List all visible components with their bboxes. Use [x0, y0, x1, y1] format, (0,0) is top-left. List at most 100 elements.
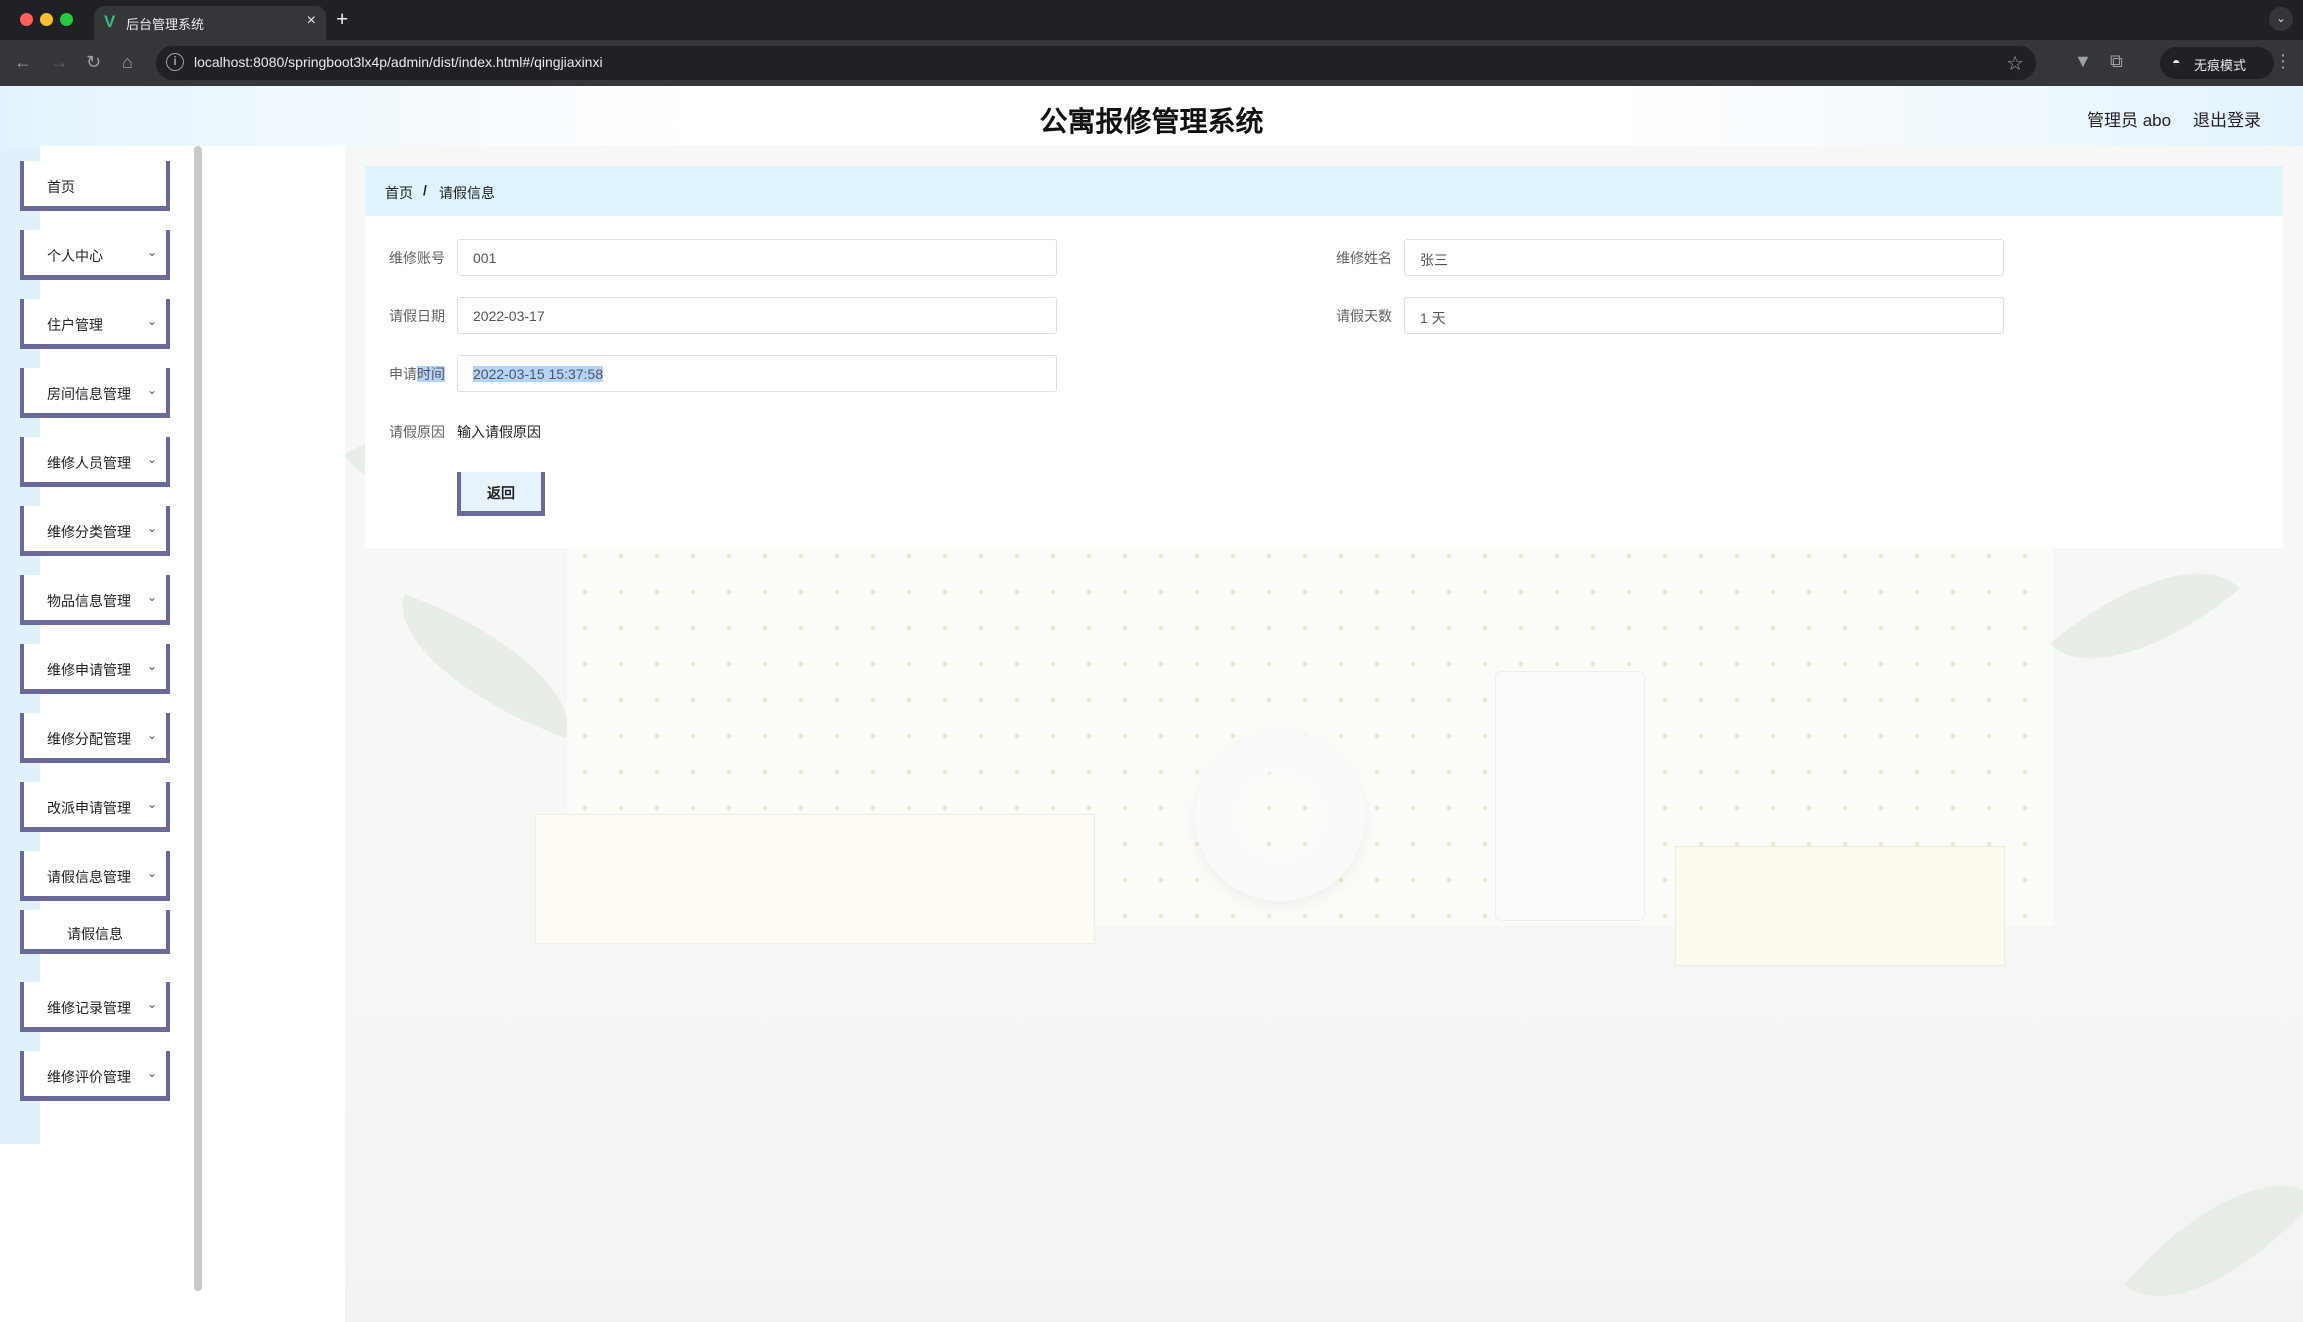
vue-logo-icon: V	[104, 12, 116, 31]
sidebar-item-label: 维修分类管理	[47, 524, 131, 540]
close-window-button[interactable]	[20, 13, 33, 26]
sidebar-item-repair-staff-management[interactable]: 维修人员管理 ⌄	[20, 437, 170, 487]
leave-days-value: 1 天	[1420, 310, 1446, 326]
apply-time-field[interactable]: 2022-03-15 15:37:58	[457, 355, 1057, 392]
back-button[interactable]: 返回	[457, 472, 545, 516]
repair-account-field[interactable]: 001	[457, 239, 1057, 276]
apply-time-label-prefix: 申请	[389, 366, 417, 382]
plant-leaf-decoration	[377, 594, 593, 738]
extension-vue-icon[interactable]: ▼	[2074, 51, 2092, 72]
sidebar-item-personal-center[interactable]: 个人中心 ⌄	[20, 230, 170, 280]
leave-date-label: 请假日期	[389, 308, 445, 324]
logout-link[interactable]: 退出登录	[2193, 106, 2261, 131]
sidebar-item-repair-assignment-management[interactable]: 维修分配管理 ⌄	[20, 713, 170, 763]
app-header: 公寓报修管理系统 管理员 abo 退出登录	[0, 86, 2303, 146]
apply-time-value: 2022-03-15 15:37:58	[473, 366, 603, 382]
sidebar-item-label: 住户管理	[47, 317, 103, 333]
sidebar-item-repair-request-management[interactable]: 维修申请管理 ⌄	[20, 644, 170, 694]
sidebar-item-label: 维修评价管理	[47, 1069, 131, 1085]
leave-reason-value: 输入请假原因	[457, 424, 541, 440]
chevron-down-icon: ⌄	[146, 728, 157, 742]
repair-name-label: 维修姓名	[1336, 250, 1392, 266]
incognito-label: 无痕模式	[2194, 58, 2247, 73]
chevron-down-icon: ⌄	[146, 997, 157, 1011]
leave-date-value: 2022-03-17	[473, 308, 545, 324]
user-label: 管理员 abo	[2087, 111, 2172, 130]
sidebar-item-resident-management[interactable]: 住户管理 ⌄	[20, 299, 170, 349]
incognito-indicator[interactable]: ◓ 无痕模式	[2160, 47, 2274, 79]
sidebar-subitem-label: 请假信息	[67, 926, 123, 942]
apply-time-label-selected: 时间	[417, 366, 445, 382]
chevron-down-icon: ⌄	[146, 866, 157, 880]
sidebar-item-label: 个人中心	[47, 248, 103, 264]
bookmark-star-icon[interactable]: ☆	[2006, 51, 2024, 76]
repair-name-value: 张三	[1420, 252, 1448, 268]
close-tab-icon[interactable]: ×	[307, 12, 316, 30]
sidebar-item-label: 维修人员管理	[47, 455, 131, 471]
leave-days-label: 请假天数	[1336, 308, 1392, 324]
minimize-window-button[interactable]	[40, 13, 53, 26]
tab-title: 后台管理系统	[126, 17, 205, 32]
background-cylinder-decoration	[1495, 671, 1645, 921]
extensions-puzzle-icon[interactable]: ⧉	[2110, 51, 2123, 72]
sidebar-item-repair-review-management[interactable]: 维修评价管理 ⌄	[20, 1051, 170, 1101]
sidebar-item-label: 请假信息管理	[47, 869, 131, 885]
background-box-decoration	[535, 814, 1095, 944]
reload-icon[interactable]: ↻	[86, 52, 101, 73]
background-ring-decoration	[1195, 731, 1365, 901]
breadcrumb-home[interactable]: 首页	[385, 183, 413, 203]
background-floor	[345, 926, 2303, 1322]
sidebar-item-label: 维修记录管理	[47, 1000, 131, 1016]
home-icon[interactable]: ⌂	[122, 52, 133, 73]
detail-card: 首页 / 请假信息 维修账号 001 维修姓名 张三 请假日期 2022-03-…	[365, 166, 2283, 548]
apply-time-label: 申请时间	[389, 364, 445, 384]
browser-tab-bar: V 后台管理系统 × + ⌄	[0, 0, 2303, 40]
sidebar-item-repair-record-management[interactable]: 维修记录管理 ⌄	[20, 982, 170, 1032]
chevron-down-icon: ⌄	[146, 452, 157, 466]
sidebar-scrollbar[interactable]	[194, 146, 202, 1291]
sidebar-item-repair-category-management[interactable]: 维修分类管理 ⌄	[20, 506, 170, 556]
repair-name-field[interactable]: 张三	[1404, 239, 2004, 276]
sidebar-item-label: 维修申请管理	[47, 662, 131, 678]
chevron-down-icon: ⌄	[146, 659, 157, 673]
chevron-down-icon: ⌄	[146, 314, 157, 328]
tab-search-icon[interactable]: ⌄	[2269, 7, 2293, 31]
browser-toolbar: ← → ↻ ⌂ i localhost:8080/springboot3lx4p…	[0, 40, 2303, 86]
chevron-down-icon: ⌄	[146, 245, 157, 259]
breadcrumb: 首页 / 请假信息	[365, 166, 2283, 216]
sidebar-item-label: 房间信息管理	[47, 386, 131, 402]
chevron-down-icon: ⌄	[146, 590, 157, 604]
sidebar-item-leave-management[interactable]: 请假信息管理 ⌄	[20, 851, 170, 901]
breadcrumb-current: 请假信息	[439, 185, 495, 201]
browser-menu-icon[interactable]: ⋮	[2274, 51, 2292, 72]
plant-leaf-decoration	[2050, 527, 2240, 705]
sidebar-item-home[interactable]: 首页	[20, 161, 170, 211]
chevron-down-icon: ⌄	[146, 521, 157, 535]
sidebar-item-label: 物品信息管理	[47, 593, 131, 609]
sidebar-item-label: 改派申请管理	[47, 800, 131, 816]
maximize-window-button[interactable]	[60, 13, 73, 26]
site-info-icon[interactable]: i	[166, 53, 184, 71]
browser-tab[interactable]: V 后台管理系统 ×	[94, 6, 326, 40]
leave-date-field[interactable]: 2022-03-17	[457, 297, 1057, 334]
repair-account-label: 维修账号	[389, 250, 445, 266]
new-tab-icon[interactable]: +	[336, 8, 348, 32]
chevron-down-icon: ⌄	[146, 383, 157, 397]
sidebar-item-label: 维修分配管理	[47, 731, 131, 747]
sidebar-item-label: 首页	[47, 179, 75, 195]
address-bar[interactable]: i localhost:8080/springboot3lx4p/admin/d…	[156, 46, 2036, 80]
background-box-decoration	[1675, 846, 2005, 966]
leave-days-field[interactable]: 1 天	[1404, 297, 2004, 334]
app-title: 公寓报修管理系统	[1039, 106, 1264, 137]
leave-reason-label: 请假原因	[389, 424, 445, 440]
sidebar-item-item-management[interactable]: 物品信息管理 ⌄	[20, 575, 170, 625]
sidebar-subitem-leave-info[interactable]: 请假信息	[20, 910, 170, 954]
sidebar-item-room-management[interactable]: 房间信息管理 ⌄	[20, 368, 170, 418]
forward-arrow-icon[interactable]: →	[50, 52, 68, 73]
back-button-label: 返回	[487, 485, 515, 501]
repair-account-value: 001	[473, 250, 497, 266]
incognito-icon: ◓	[2172, 54, 2181, 70]
back-arrow-icon[interactable]: ←	[14, 52, 32, 73]
sidebar-item-reassignment-management[interactable]: 改派申请管理 ⌄	[20, 782, 170, 832]
chevron-down-icon: ⌄	[146, 1066, 157, 1080]
